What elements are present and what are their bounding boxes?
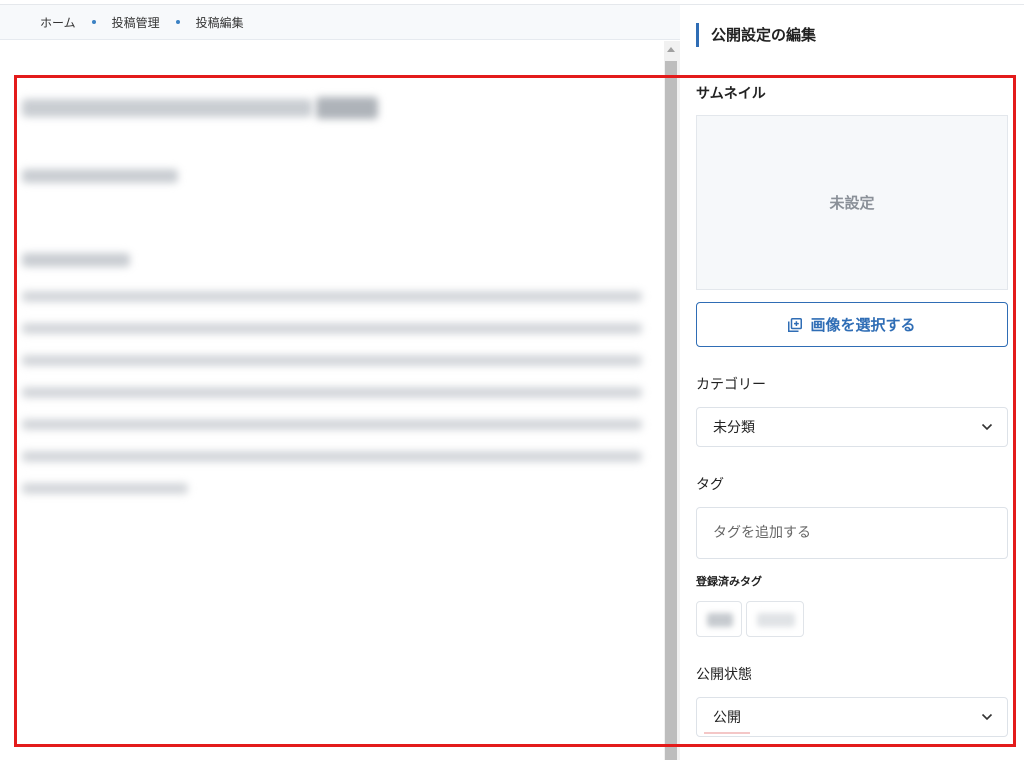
blurred-paragraph-line	[22, 323, 642, 334]
breadcrumb-post-management[interactable]: 投稿管理	[112, 14, 160, 31]
status-label: 公開状態	[696, 667, 752, 683]
blurred-heading	[22, 253, 130, 267]
chevron-down-icon	[981, 423, 993, 431]
blurred-paragraph-line	[22, 355, 642, 366]
breadcrumb-post-edit: 投稿編集	[195, 15, 244, 30]
status-value-underline	[704, 732, 750, 734]
status-selected-value: 公開	[713, 710, 741, 726]
editor-pane: ホーム 投稿管理 投稿編集	[0, 5, 680, 760]
thumbnail-label: サムネイル	[696, 86, 766, 102]
tags-label: タグ	[696, 477, 724, 493]
blurred-paragraph-line	[22, 291, 642, 302]
category-label: カテゴリー	[696, 377, 766, 393]
category-selected-value: 未分類	[713, 420, 755, 436]
blurred-subheading	[22, 169, 178, 183]
blurred-paragraph-line	[22, 483, 188, 494]
breadcrumb-separator	[91, 20, 96, 24]
blurred-title	[22, 99, 312, 117]
registered-tags-label: 登録済みタグ	[696, 575, 762, 588]
blurred-tag-text	[707, 613, 733, 627]
scrollbar-thumb[interactable]	[665, 61, 677, 760]
blurred-paragraph-line	[22, 387, 642, 398]
registered-tag-chip[interactable]	[696, 601, 742, 637]
publish-settings-panel: 公開設定の編集 サムネイル 未設定 画像を選択する カテゴリー 未分類 タグ 登…	[680, 5, 1024, 760]
editor-scrollbar[interactable]	[664, 41, 680, 760]
thumbnail-empty-text: 未設定	[829, 194, 875, 212]
blurred-paragraph-line	[22, 419, 642, 430]
breadcrumb: ホーム 投稿管理 投稿編集	[0, 5, 680, 40]
category-select[interactable]: 未分類	[696, 407, 1008, 447]
blurred-paragraph-line	[22, 451, 642, 462]
registered-tag-chip[interactable]	[746, 601, 804, 637]
breadcrumb-separator	[175, 20, 180, 24]
chevron-down-icon	[981, 713, 993, 721]
status-select[interactable]: 公開	[696, 697, 1008, 737]
panel-title: 公開設定の編集	[696, 23, 816, 47]
breadcrumb-home[interactable]: ホーム	[40, 14, 76, 31]
add-image-icon	[788, 317, 803, 332]
tag-input[interactable]	[696, 507, 1008, 559]
select-image-label: 画像を選択する	[810, 316, 916, 334]
scroll-up-arrow-icon[interactable]	[667, 47, 675, 52]
blurred-title-tag	[316, 97, 378, 119]
blurred-tag-text	[757, 613, 795, 627]
select-image-button[interactable]: 画像を選択する	[696, 302, 1008, 347]
post-editor-blurred[interactable]	[0, 41, 664, 760]
thumbnail-preview: 未設定	[696, 115, 1008, 290]
